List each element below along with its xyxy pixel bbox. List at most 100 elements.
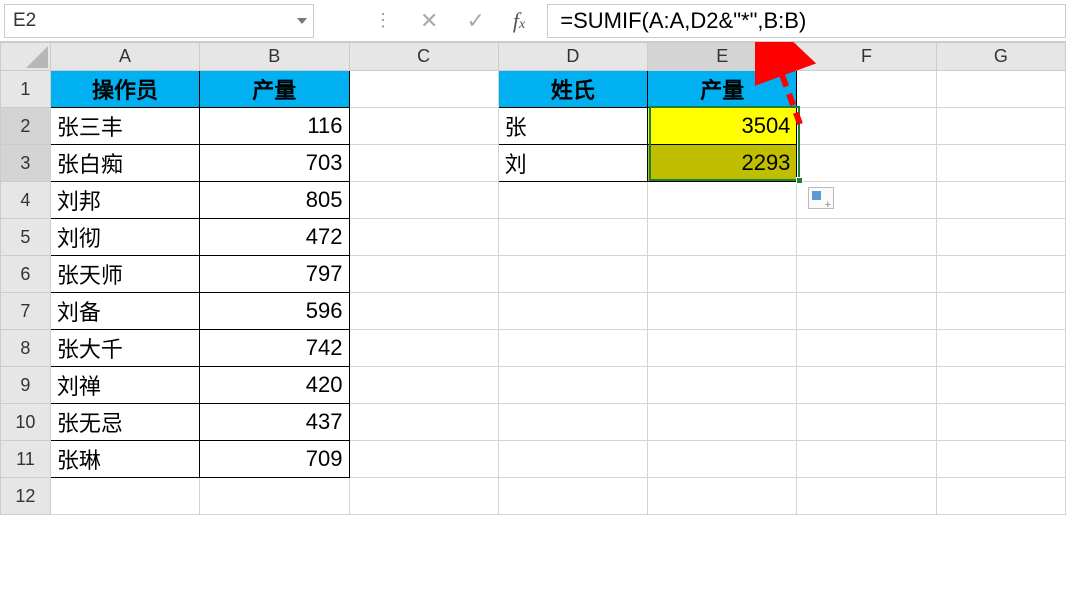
cell-operator-name[interactable]: 刘备	[50, 293, 199, 330]
col-header-C[interactable]: C	[349, 43, 498, 71]
cell-operator-name[interactable]: 张三丰	[50, 108, 199, 145]
cell-D7[interactable]	[498, 293, 647, 330]
cell-F5[interactable]	[797, 219, 936, 256]
fx-icon[interactable]: fx	[513, 8, 525, 34]
expand-bar-icon[interactable]: ⋮	[374, 10, 392, 31]
cell-operator-name[interactable]: 张大千	[50, 330, 199, 367]
cell-operator-name[interactable]: 刘彻	[50, 219, 199, 256]
cell-D4[interactable]	[498, 182, 647, 219]
cell-G6[interactable]	[936, 256, 1065, 293]
cell-operator-qty[interactable]: 703	[200, 145, 349, 182]
cell-C6[interactable]	[349, 256, 498, 293]
cell-C12[interactable]	[349, 478, 498, 515]
row-header-6[interactable]: 6	[1, 256, 51, 293]
col-header-D[interactable]: D	[498, 43, 647, 71]
cell-G8[interactable]	[936, 330, 1065, 367]
cell-G4[interactable]	[936, 182, 1065, 219]
cell-B1[interactable]: 产量	[200, 71, 349, 108]
row-header-3[interactable]: 3	[1, 145, 51, 182]
cell-surname[interactable]: 刘	[498, 145, 647, 182]
row-header-5[interactable]: 5	[1, 219, 51, 256]
cell-C9[interactable]	[349, 367, 498, 404]
cell-F11[interactable]	[797, 441, 936, 478]
paste-options-icon[interactable]	[808, 187, 834, 209]
cell-operator-qty[interactable]: 805	[200, 182, 349, 219]
cell-operator-qty[interactable]: 596	[200, 293, 349, 330]
cell-G11[interactable]	[936, 441, 1065, 478]
cancel-icon[interactable]: ✕	[420, 8, 438, 34]
cell-E4[interactable]	[647, 182, 796, 219]
cell-operator-qty[interactable]: 472	[200, 219, 349, 256]
cell-D10[interactable]	[498, 404, 647, 441]
cell-surname[interactable]: 张	[498, 108, 647, 145]
cell-operator-qty[interactable]: 709	[200, 441, 349, 478]
row-header-8[interactable]: 8	[1, 330, 51, 367]
row-header-11[interactable]: 11	[1, 441, 51, 478]
formula-input[interactable]: =SUMIF(A:A,D2&"*",B:B)	[547, 4, 1066, 38]
cell-C7[interactable]	[349, 293, 498, 330]
cell-operator-qty[interactable]: 420	[200, 367, 349, 404]
cell-operator-qty[interactable]: 742	[200, 330, 349, 367]
cell-G10[interactable]	[936, 404, 1065, 441]
cell-operator-name[interactable]: 刘禅	[50, 367, 199, 404]
cell-D8[interactable]	[498, 330, 647, 367]
cell-E7[interactable]	[647, 293, 796, 330]
cell-E1[interactable]: 产量	[647, 71, 796, 108]
cell-F3[interactable]	[797, 145, 936, 182]
row-header-12[interactable]: 12	[1, 478, 51, 515]
cell-D9[interactable]	[498, 367, 647, 404]
cell-G9[interactable]	[936, 367, 1065, 404]
cell-F7[interactable]	[797, 293, 936, 330]
cell-G5[interactable]	[936, 219, 1065, 256]
col-header-A[interactable]: A	[50, 43, 199, 71]
cell-A1[interactable]: 操作员	[50, 71, 199, 108]
enter-icon[interactable]: ✓	[466, 8, 484, 34]
cell-C10[interactable]	[349, 404, 498, 441]
cell-C5[interactable]	[349, 219, 498, 256]
cell-operator-qty[interactable]: 116	[200, 108, 349, 145]
cell-C8[interactable]	[349, 330, 498, 367]
cell-surname-sum[interactable]: 3504	[647, 108, 796, 145]
cell-G12[interactable]	[936, 478, 1065, 515]
cell-C3[interactable]	[349, 145, 498, 182]
col-header-E[interactable]: E	[647, 43, 796, 71]
cell-F6[interactable]	[797, 256, 936, 293]
cell-C2[interactable]	[349, 108, 498, 145]
cell-C1[interactable]	[349, 71, 498, 108]
spreadsheet-grid[interactable]: ABCDEFG1操作员产量姓氏产量2张三丰116张35043张白痴703刘229…	[0, 42, 1066, 515]
cell-G3[interactable]	[936, 145, 1065, 182]
cell-C11[interactable]	[349, 441, 498, 478]
cell-C4[interactable]	[349, 182, 498, 219]
name-box-dropdown-icon[interactable]	[297, 18, 307, 24]
name-box[interactable]: E2	[4, 4, 314, 38]
row-header-7[interactable]: 7	[1, 293, 51, 330]
cell-E5[interactable]	[647, 219, 796, 256]
cell-E6[interactable]	[647, 256, 796, 293]
cell-operator-name[interactable]: 张琳	[50, 441, 199, 478]
cell-G1[interactable]	[936, 71, 1065, 108]
cell-E11[interactable]	[647, 441, 796, 478]
cell-operator-name[interactable]: 刘邦	[50, 182, 199, 219]
cell-D12[interactable]	[498, 478, 647, 515]
row-header-2[interactable]: 2	[1, 108, 51, 145]
cell-F9[interactable]	[797, 367, 936, 404]
cell-F10[interactable]	[797, 404, 936, 441]
select-all-triangle[interactable]	[1, 43, 51, 71]
cell-F8[interactable]	[797, 330, 936, 367]
cell-F12[interactable]	[797, 478, 936, 515]
cell-E12[interactable]	[647, 478, 796, 515]
cell-B12[interactable]	[200, 478, 349, 515]
cell-G7[interactable]	[936, 293, 1065, 330]
row-header-4[interactable]: 4	[1, 182, 51, 219]
cell-A12[interactable]	[50, 478, 199, 515]
row-header-1[interactable]: 1	[1, 71, 51, 108]
cell-operator-name[interactable]: 张天师	[50, 256, 199, 293]
cell-F1[interactable]	[797, 71, 936, 108]
cell-E8[interactable]	[647, 330, 796, 367]
row-header-9[interactable]: 9	[1, 367, 51, 404]
cell-E9[interactable]	[647, 367, 796, 404]
col-header-B[interactable]: B	[200, 43, 349, 71]
cell-operator-name[interactable]: 张白痴	[50, 145, 199, 182]
cell-D11[interactable]	[498, 441, 647, 478]
col-header-F[interactable]: F	[797, 43, 936, 71]
